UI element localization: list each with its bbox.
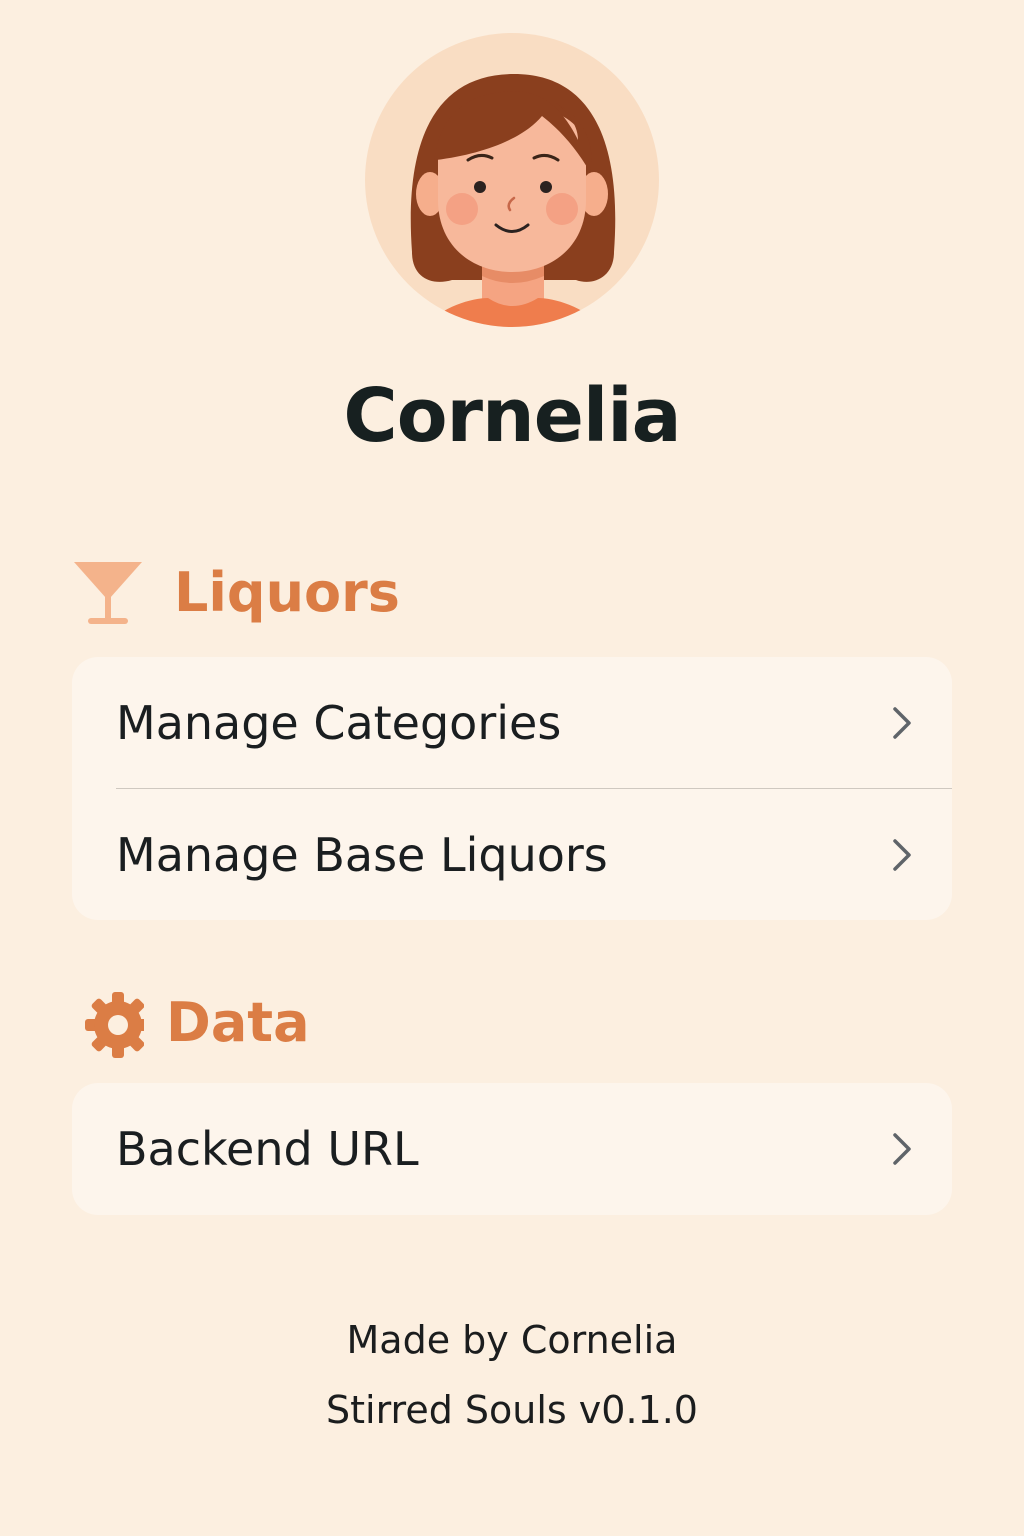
profile-avatar[interactable] [364,32,660,328]
gear-icon [72,986,144,1058]
backend-url-label: Backend URL [116,1121,419,1176]
chevron-right-icon [893,838,911,871]
chevron-right-icon [893,706,911,739]
liquors-settings-card: Manage Categories Manage Base Liquors [72,657,952,920]
data-settings-card: Backend URL [72,1083,952,1215]
cocktail-glass-icon [72,556,144,628]
chevron-right-icon [893,1132,911,1165]
woman-avatar-icon [365,33,659,327]
section-title-liquors: Liquors [174,560,400,624]
manage-base-liquors-row[interactable]: Manage Base Liquors [72,789,952,920]
section-header-data: Data [72,982,310,1062]
manage-categories-label: Manage Categories [116,695,562,750]
backend-url-row[interactable]: Backend URL [72,1083,952,1214]
section-title-data: Data [166,990,310,1054]
manage-categories-row[interactable]: Manage Categories [72,657,952,788]
app-version: Stirred Souls v0.1.0 [326,1388,698,1432]
profile-name: Cornelia [343,373,681,459]
section-header-liquors: Liquors [72,552,400,632]
footer-credit: Made by Cornelia [346,1318,678,1362]
manage-base-liquors-label: Manage Base Liquors [116,827,608,882]
